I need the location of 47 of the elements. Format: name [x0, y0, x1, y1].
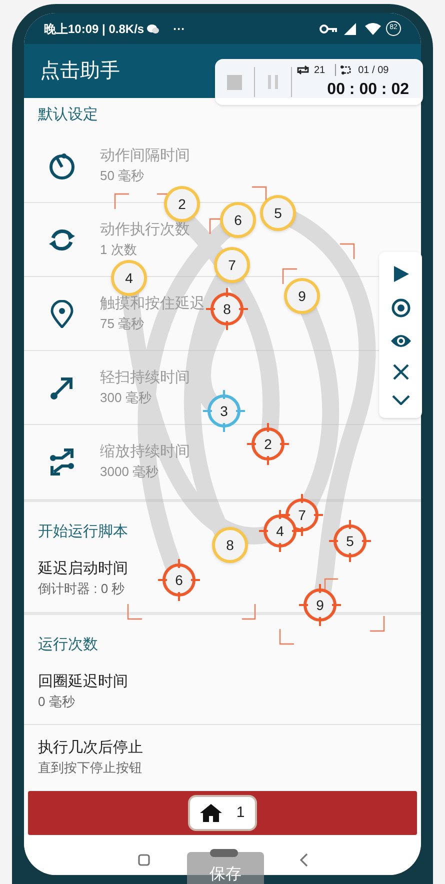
- more-indicator: ···: [173, 20, 186, 38]
- wifi-icon: [365, 22, 381, 34]
- section-header: 开始运行脚本: [38, 522, 128, 542]
- key-icon: [319, 24, 337, 34]
- corner-bracket: [252, 186, 267, 202]
- gesture-pill: [210, 849, 238, 857]
- signal-icon: [343, 22, 357, 34]
- step-counter: 01 / 09: [358, 64, 389, 78]
- setting-title[interactable]: 延迟启动时间: [38, 559, 128, 579]
- setting-value: 300 毫秒: [100, 388, 152, 406]
- home-icon: [200, 804, 222, 822]
- chat-icon: [147, 24, 160, 34]
- setting-value: 1 次数: [100, 240, 138, 258]
- corner-bracket: [114, 193, 129, 209]
- elapsed-timer: 00 : 00 : 02: [326, 80, 410, 100]
- corner-bracket: [209, 218, 223, 234]
- setting-value: 倒计时器 : 0 秒: [38, 580, 126, 598]
- setting-title[interactable]: 回圈延迟时间: [38, 672, 128, 692]
- setting-value: 75 毫秒: [100, 314, 146, 332]
- stopwatch-icon: [48, 152, 76, 180]
- back-icon[interactable]: [300, 852, 308, 866]
- loop-count: 21: [314, 64, 326, 78]
- corner-bracket: [242, 604, 256, 620]
- close-icon[interactable]: [392, 364, 408, 380]
- home-counter-button[interactable]: 1: [188, 795, 257, 831]
- setting-value: 直到按下停止按钮: [38, 759, 143, 777]
- setting-value: 50 毫秒: [100, 166, 146, 184]
- corner-bracket: [340, 243, 355, 259]
- double-arrow-icon: [48, 448, 76, 476]
- section-header: 运行次数: [38, 634, 98, 654]
- chevron-down-icon[interactable]: [392, 394, 410, 405]
- eye-icon[interactable]: [390, 332, 412, 349]
- corner-bracket: [127, 604, 142, 620]
- setting-value: 0 毫秒: [38, 692, 76, 710]
- recents-icon[interactable]: [138, 854, 150, 866]
- play-icon[interactable]: [392, 265, 410, 284]
- repeat-icon: [296, 65, 310, 75]
- status-time: 晚上10:09 | 0.8K/s: [44, 20, 144, 38]
- setting-value: 3000 毫秒: [100, 463, 160, 481]
- app-title: 点击助手: [40, 59, 120, 84]
- location-pin-icon: [48, 300, 76, 328]
- corner-bracket: [370, 616, 385, 632]
- corner-bracket: [279, 629, 294, 645]
- section-header: 默认设定: [38, 104, 98, 124]
- corner-bracket: [282, 268, 297, 284]
- target-icon[interactable]: [390, 298, 410, 318]
- setting-title[interactable]: 执行几次后停止: [38, 738, 143, 758]
